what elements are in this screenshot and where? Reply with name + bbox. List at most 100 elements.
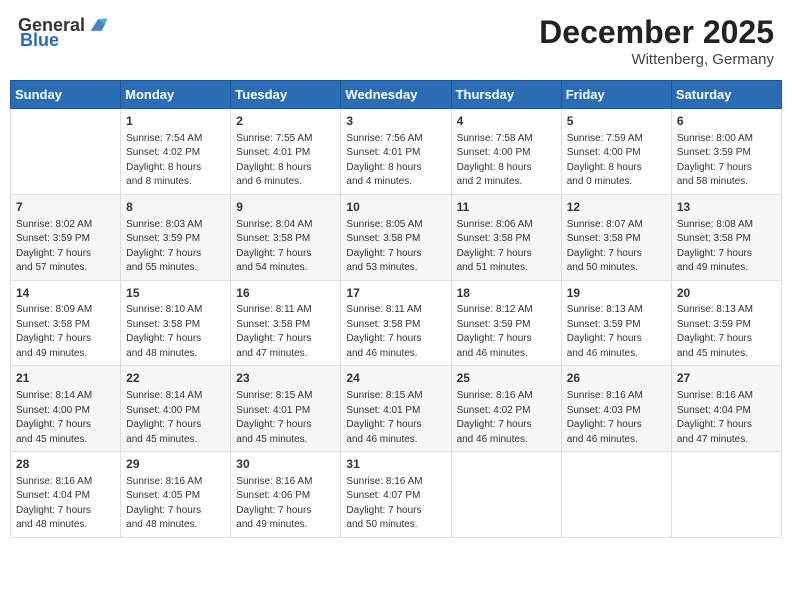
day-info: Sunrise: 8:16 AM Sunset: 4:06 PM Dayligh… (236, 475, 335, 533)
day-number: 6 (677, 113, 776, 130)
day-info: Sunrise: 8:13 AM Sunset: 3:59 PM Dayligh… (677, 303, 776, 361)
day-info: Sunrise: 8:05 AM Sunset: 3:58 PM Dayligh… (346, 218, 445, 276)
day-info: Sunrise: 8:11 AM Sunset: 3:58 PM Dayligh… (346, 303, 445, 361)
calendar-cell: 15Sunrise: 8:10 AM Sunset: 3:58 PM Dayli… (121, 280, 231, 366)
day-info: Sunrise: 7:55 AM Sunset: 4:01 PM Dayligh… (236, 132, 335, 190)
header-day-monday: Monday (121, 81, 231, 109)
header-row: SundayMondayTuesdayWednesdayThursdayFrid… (11, 81, 782, 109)
day-number: 31 (346, 456, 445, 473)
logo-text-blue: Blue (20, 30, 59, 51)
title-block: December 2025 Wittenberg, Germany (539, 14, 774, 68)
calendar-cell: 20Sunrise: 8:13 AM Sunset: 3:59 PM Dayli… (671, 280, 781, 366)
day-number: 18 (457, 285, 556, 302)
day-number: 2 (236, 113, 335, 130)
day-number: 23 (236, 370, 335, 387)
day-info: Sunrise: 8:14 AM Sunset: 4:00 PM Dayligh… (16, 389, 115, 447)
calendar-title: December 2025 (539, 14, 774, 51)
week-row-2: 7 Sunrise: 8:02 AM Sunset: 3:59 PM Daylig… (11, 194, 782, 280)
calendar-cell: 8Sunrise: 8:03 AM Sunset: 3:59 PM Daylig… (121, 194, 231, 280)
calendar-cell: 2 Sunrise: 7:55 AM Sunset: 4:01 PM Daylig… (231, 109, 341, 195)
page-header: General Blue December 2025 Wittenberg, G… (10, 10, 782, 72)
week-row-1: 1 Sunrise: 7:54 AM Sunset: 4:02 PM Daylig… (11, 109, 782, 195)
day-number: 30 (236, 456, 335, 473)
calendar-cell: 18Sunrise: 8:12 AM Sunset: 3:59 PM Dayli… (451, 280, 561, 366)
day-number: 28 (16, 456, 115, 473)
calendar-cell (451, 452, 561, 538)
calendar-body: 1 Sunrise: 7:54 AM Sunset: 4:02 PM Daylig… (11, 109, 782, 538)
day-info: Sunrise: 8:15 AM Sunset: 4:01 PM Dayligh… (346, 389, 445, 447)
calendar-cell: 11 Sunrise: 8:06 AM Sunset: 3:58 PM Dayli… (451, 194, 561, 280)
calendar-cell: 4Sunrise: 7:58 AM Sunset: 4:00 PM Daylig… (451, 109, 561, 195)
calendar-cell: 23 Sunrise: 8:15 AM Sunset: 4:01 PM Dayli… (231, 366, 341, 452)
calendar-cell: 27Sunrise: 8:16 AM Sunset: 4:04 PM Dayli… (671, 366, 781, 452)
day-info: Sunrise: 7:54 AM Sunset: 4:02 PM Dayligh… (126, 132, 225, 190)
day-number: 24 (346, 370, 445, 387)
calendar-cell: 29Sunrise: 8:16 AM Sunset: 4:05 PM Dayli… (121, 452, 231, 538)
day-number: 9 (236, 199, 335, 216)
calendar-cell: 19Sunrise: 8:13 AM Sunset: 3:59 PM Dayli… (561, 280, 671, 366)
day-info: Sunrise: 8:16 AM Sunset: 4:04 PM Dayligh… (16, 475, 115, 533)
day-info: Sunrise: 8:06 AM Sunset: 3:58 PM Dayligh… (457, 218, 556, 276)
day-info: Sunrise: 8:02 AM Sunset: 3:59 PM Dayligh… (16, 218, 115, 276)
day-info: Sunrise: 8:09 AM Sunset: 3:58 PM Dayligh… (16, 303, 115, 361)
day-info: Sunrise: 8:12 AM Sunset: 3:59 PM Dayligh… (457, 303, 556, 361)
day-number: 12 (567, 199, 666, 216)
calendar-cell: 6 Sunrise: 8:00 AM Sunset: 3:59 PM Daylig… (671, 109, 781, 195)
calendar-cell (11, 109, 121, 195)
day-info: Sunrise: 7:56 AM Sunset: 4:01 PM Dayligh… (346, 132, 445, 190)
logo-icon (87, 14, 109, 36)
day-number: 26 (567, 370, 666, 387)
week-row-5: 28 Sunrise: 8:16 AM Sunset: 4:04 PM Dayli… (11, 452, 782, 538)
calendar-cell: 31 Sunrise: 8:16 AM Sunset: 4:07 PM Dayli… (341, 452, 451, 538)
day-number: 7 (16, 199, 115, 216)
calendar-cell: 13 Sunrise: 8:08 AM Sunset: 3:58 PM Dayli… (671, 194, 781, 280)
day-info: Sunrise: 7:59 AM Sunset: 4:00 PM Dayligh… (567, 132, 666, 190)
day-number: 5 (567, 113, 666, 130)
week-row-4: 21 Sunrise: 8:14 AM Sunset: 4:00 PM Dayli… (11, 366, 782, 452)
day-number: 14 (16, 285, 115, 302)
day-number: 20 (677, 285, 776, 302)
calendar-cell: 26Sunrise: 8:16 AM Sunset: 4:03 PM Dayli… (561, 366, 671, 452)
day-info: Sunrise: 8:10 AM Sunset: 3:58 PM Dayligh… (126, 303, 225, 361)
day-info: Sunrise: 8:11 AM Sunset: 3:58 PM Dayligh… (236, 303, 335, 361)
day-info: Sunrise: 8:08 AM Sunset: 3:58 PM Dayligh… (677, 218, 776, 276)
day-number: 8 (126, 199, 225, 216)
calendar-cell: 30 Sunrise: 8:16 AM Sunset: 4:06 PM Dayli… (231, 452, 341, 538)
calendar-cell: 16Sunrise: 8:11 AM Sunset: 3:58 PM Dayli… (231, 280, 341, 366)
calendar-table: SundayMondayTuesdayWednesdayThursdayFrid… (10, 80, 782, 538)
header-day-tuesday: Tuesday (231, 81, 341, 109)
day-info: Sunrise: 8:14 AM Sunset: 4:00 PM Dayligh… (126, 389, 225, 447)
day-number: 25 (457, 370, 556, 387)
day-number: 16 (236, 285, 335, 302)
week-row-3: 14Sunrise: 8:09 AM Sunset: 3:58 PM Dayli… (11, 280, 782, 366)
calendar-cell: 25 Sunrise: 8:16 AM Sunset: 4:02 PM Dayli… (451, 366, 561, 452)
calendar-cell: 9 Sunrise: 8:04 AM Sunset: 3:58 PM Daylig… (231, 194, 341, 280)
calendar-cell: 10Sunrise: 8:05 AM Sunset: 3:58 PM Dayli… (341, 194, 451, 280)
header-day-saturday: Saturday (671, 81, 781, 109)
logo: General Blue (18, 14, 109, 51)
day-info: Sunrise: 8:16 AM Sunset: 4:07 PM Dayligh… (346, 475, 445, 533)
calendar-cell: 5 Sunrise: 7:59 AM Sunset: 4:00 PM Daylig… (561, 109, 671, 195)
calendar-cell: 7 Sunrise: 8:02 AM Sunset: 3:59 PM Daylig… (11, 194, 121, 280)
day-number: 17 (346, 285, 445, 302)
day-number: 11 (457, 199, 556, 216)
day-info: Sunrise: 8:13 AM Sunset: 3:59 PM Dayligh… (567, 303, 666, 361)
day-number: 21 (16, 370, 115, 387)
day-info: Sunrise: 8:00 AM Sunset: 3:59 PM Dayligh… (677, 132, 776, 190)
day-number: 19 (567, 285, 666, 302)
calendar-cell: 17Sunrise: 8:11 AM Sunset: 3:58 PM Dayli… (341, 280, 451, 366)
day-info: Sunrise: 8:16 AM Sunset: 4:04 PM Dayligh… (677, 389, 776, 447)
day-info: Sunrise: 8:04 AM Sunset: 3:58 PM Dayligh… (236, 218, 335, 276)
calendar-header: SundayMondayTuesdayWednesdayThursdayFrid… (11, 81, 782, 109)
day-info: Sunrise: 8:15 AM Sunset: 4:01 PM Dayligh… (236, 389, 335, 447)
calendar-cell: 28 Sunrise: 8:16 AM Sunset: 4:04 PM Dayli… (11, 452, 121, 538)
calendar-cell: 24 Sunrise: 8:15 AM Sunset: 4:01 PM Dayli… (341, 366, 451, 452)
calendar-cell: 22Sunrise: 8:14 AM Sunset: 4:00 PM Dayli… (121, 366, 231, 452)
day-number: 1 (126, 113, 225, 130)
calendar-cell (561, 452, 671, 538)
day-number: 13 (677, 199, 776, 216)
calendar-cell: 14Sunrise: 8:09 AM Sunset: 3:58 PM Dayli… (11, 280, 121, 366)
day-number: 29 (126, 456, 225, 473)
header-day-friday: Friday (561, 81, 671, 109)
day-info: Sunrise: 8:16 AM Sunset: 4:02 PM Dayligh… (457, 389, 556, 447)
